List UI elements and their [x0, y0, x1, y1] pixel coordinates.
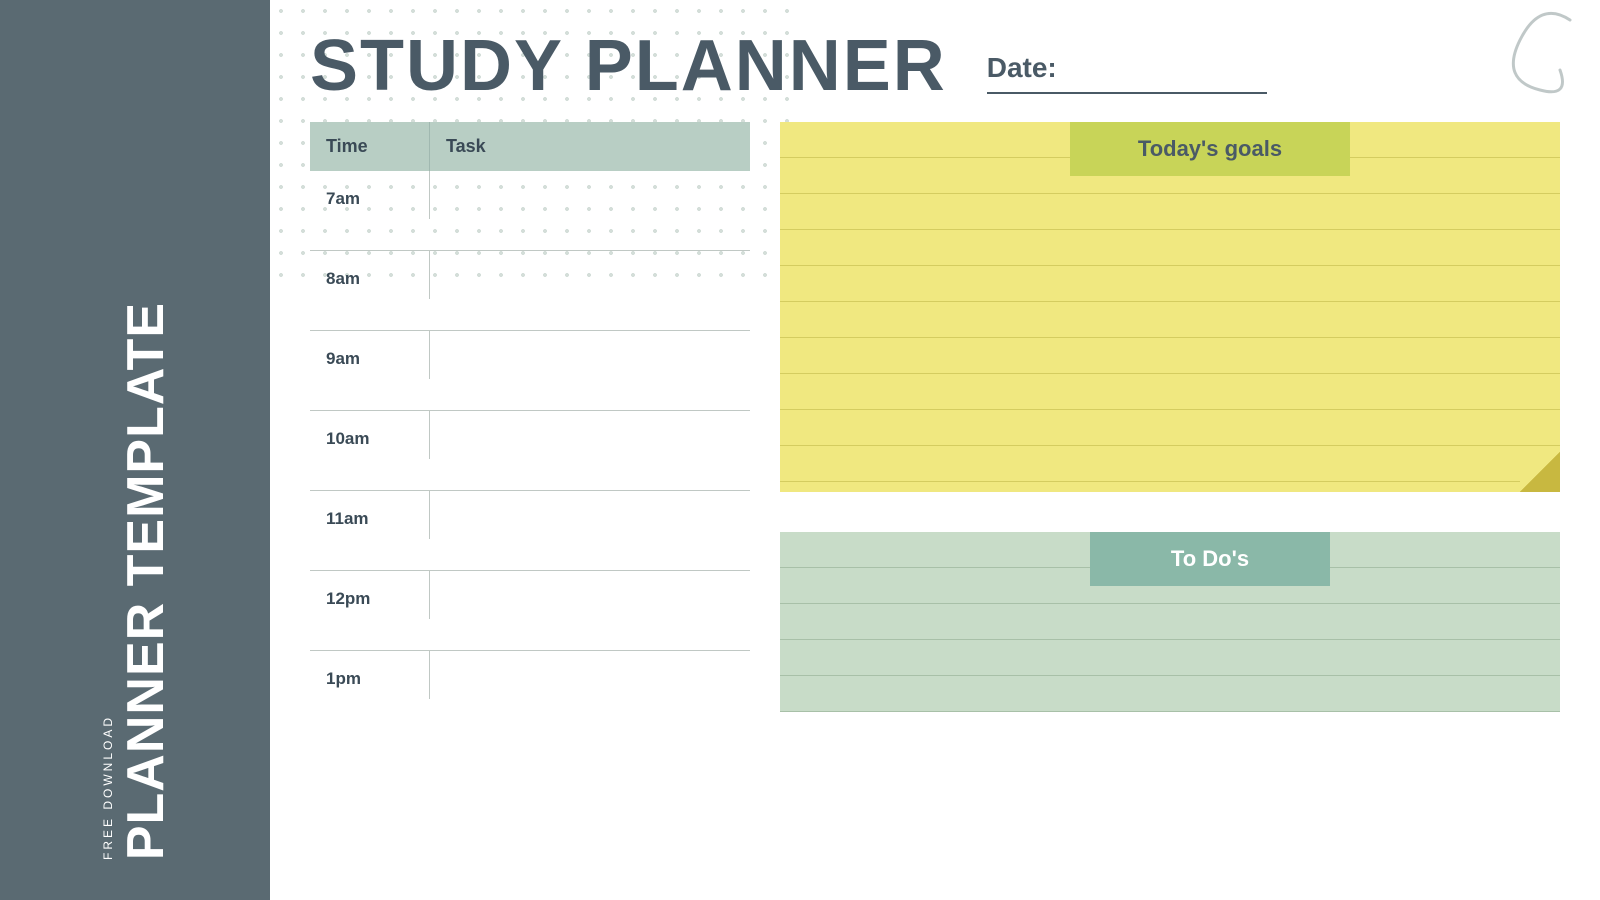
date-section: Date: — [987, 52, 1267, 102]
date-underline — [987, 92, 1267, 94]
col-task-header: Task — [430, 122, 750, 171]
note-corner-decoration — [1520, 452, 1560, 492]
table-row: 11am — [310, 491, 750, 571]
table-row: 10am — [310, 411, 750, 491]
goals-tab: Today's goals — [1070, 122, 1350, 176]
task-cell-1pm[interactable] — [430, 651, 750, 671]
page-title: STUDY PLANNER — [310, 30, 947, 102]
goals-body[interactable] — [780, 122, 1560, 492]
body-area: Time Task 7am 8am 9am 10am — [270, 112, 1600, 741]
sidebar-free-download: FREE DOWNLOAD — [101, 715, 115, 860]
col-time-header: Time — [310, 122, 430, 171]
todos-tab-label: To Do's — [1171, 546, 1249, 571]
time-cell-10am: 10am — [310, 411, 430, 459]
task-cell-12pm[interactable] — [430, 571, 750, 591]
sidebar-planner-template: PLANNER TEMPLATE — [123, 302, 170, 860]
table-row: 12pm — [310, 571, 750, 651]
schedule-table: Time Task 7am 8am 9am 10am — [310, 122, 750, 731]
time-cell-11am: 11am — [310, 491, 430, 539]
task-cell-7am[interactable] — [430, 171, 750, 191]
time-cell-7am: 7am — [310, 171, 430, 219]
schedule-header-row: Time Task — [310, 122, 750, 171]
task-cell-9am[interactable] — [430, 331, 750, 351]
task-cell-10am[interactable] — [430, 411, 750, 431]
table-row: 7am — [310, 171, 750, 251]
task-cell-11am[interactable] — [430, 491, 750, 511]
table-row: 8am — [310, 251, 750, 331]
time-cell-9am: 9am — [310, 331, 430, 379]
sidebar: FREE DOWNLOAD PLANNER TEMPLATE — [0, 0, 270, 900]
time-cell-1pm: 1pm — [310, 651, 430, 699]
time-cell-8am: 8am — [310, 251, 430, 299]
date-label: Date: — [987, 52, 1267, 84]
todos-section: To Do's — [780, 532, 1560, 712]
right-panels: Today's goals To Do's — [780, 122, 1560, 731]
todos-tab: To Do's — [1090, 532, 1330, 586]
goals-tab-label: Today's goals — [1138, 136, 1282, 161]
main-content: STUDY PLANNER Date: Time Task 7am 8am — [270, 0, 1600, 900]
table-row: 9am — [310, 331, 750, 411]
sidebar-text-container: FREE DOWNLOAD PLANNER TEMPLATE — [101, 360, 170, 860]
task-cell-8am[interactable] — [430, 251, 750, 271]
goals-section: Today's goals — [780, 122, 1560, 492]
time-cell-12pm: 12pm — [310, 571, 430, 619]
header: STUDY PLANNER Date: — [270, 0, 1600, 112]
table-row: 1pm — [310, 651, 750, 731]
